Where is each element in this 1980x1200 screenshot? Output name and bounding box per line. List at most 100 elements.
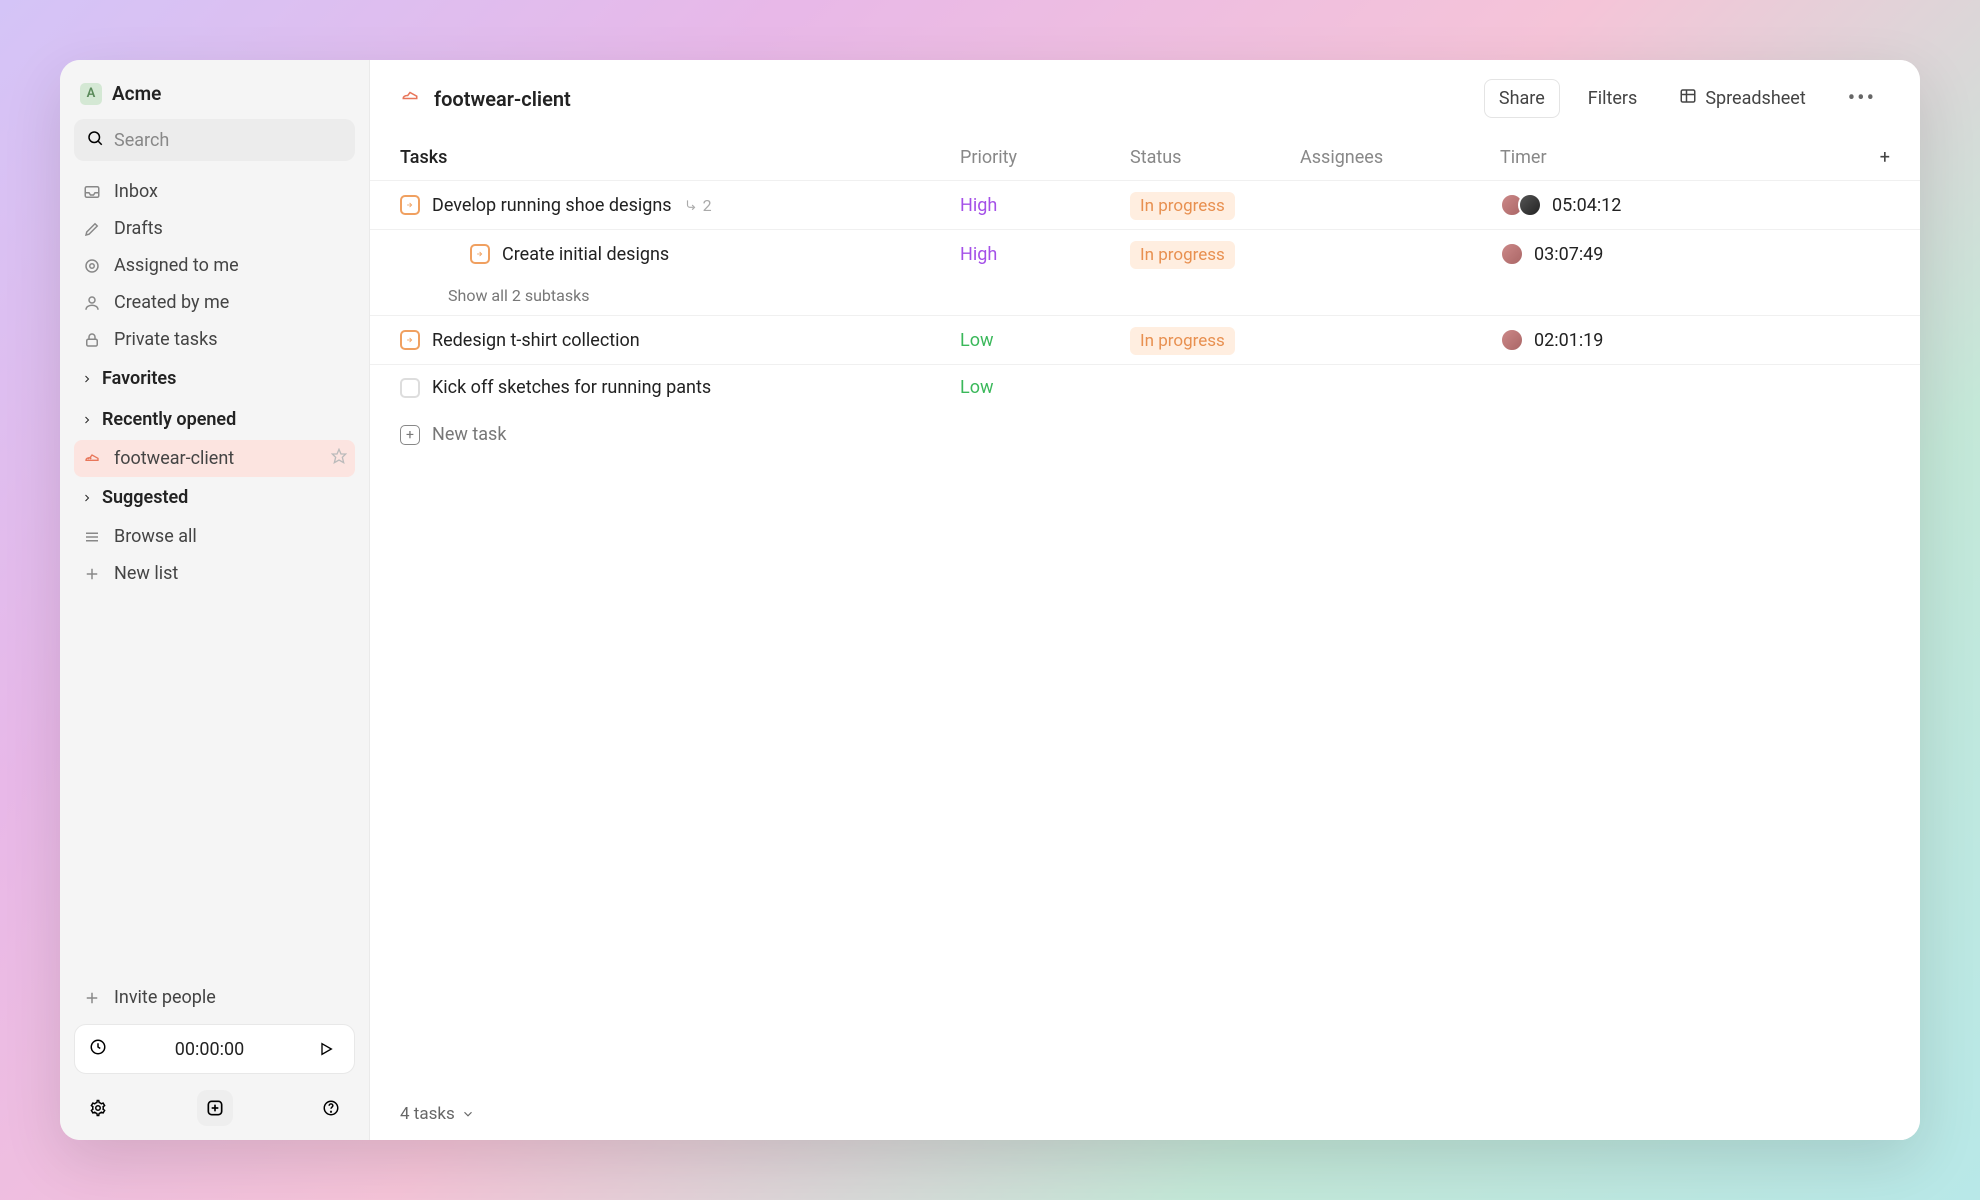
timer-value: 05:04:12 [1552,195,1621,216]
nav-drafts[interactable]: Drafts [74,210,355,247]
workspace-name: Acme [112,82,161,105]
status-checkbox[interactable] [470,244,490,264]
section-label: Suggested [102,487,188,508]
search-input[interactable] [114,130,343,151]
section-suggested[interactable]: Suggested [74,477,355,518]
nav-created[interactable]: Created by me [74,284,355,321]
column-timer[interactable]: Timer [1500,147,1860,168]
priority-value[interactable]: Low [960,330,994,351]
plus-icon [82,988,102,1008]
timer-cell[interactable]: 02:01:19 [1500,328,1890,352]
priority-value[interactable]: Low [960,377,994,398]
inbox-icon [82,182,102,202]
nav-label: Inbox [114,181,158,202]
priority-value[interactable]: High [960,195,997,216]
plus-box-icon: + [400,425,420,445]
timer-widget: 00:00:00 [74,1024,355,1074]
task-title: Redesign t-shirt collection [432,330,640,351]
shoe-icon [82,449,102,469]
chevron-right-icon [80,414,94,426]
sidebar-item-label: footwear-client [114,448,234,469]
nav-label: Invite people [114,987,216,1008]
chevron-right-icon [80,492,94,504]
sidebar-bottom-bar [74,1082,355,1130]
column-assignees[interactable]: Assignees [1300,147,1500,168]
status-badge[interactable]: In progress [1130,192,1235,220]
task-row[interactable]: Kick off sketches for running pants Low [370,364,1920,410]
more-menu[interactable]: ••• [1834,78,1890,119]
view-label: Spreadsheet [1705,88,1805,109]
task-title: Develop running shoe designs [432,195,672,216]
view-switcher[interactable]: Spreadsheet [1665,79,1819,118]
column-tasks[interactable]: Tasks [400,147,960,168]
sidebar-item-footwear-client[interactable]: footwear-client [74,440,355,477]
plus-icon [82,564,102,584]
help-button[interactable] [313,1090,349,1126]
main-header: footwear-client Share Filters Spreadshee… [370,60,1920,127]
columns-header: Tasks Priority Status Assignees Timer + [370,127,1920,180]
workspace-avatar: A [80,83,102,105]
avatar [1500,328,1524,352]
task-row[interactable]: Redesign t-shirt collection Low In progr… [370,315,1920,364]
show-all-subtasks[interactable]: Show all 2 subtasks [370,278,1920,315]
timer-value: 03:07:49 [1534,244,1603,265]
avatar [1518,193,1542,217]
settings-button[interactable] [80,1090,116,1126]
subtask-count[interactable]: 2 [684,196,712,215]
task-title: Create initial designs [502,244,669,265]
task-count: 4 tasks [400,1104,455,1124]
new-task-label: New task [432,424,506,445]
dots-icon: ••• [1848,86,1876,111]
filters-button[interactable]: Filters [1574,80,1652,117]
column-status[interactable]: Status [1130,147,1300,168]
nav-private[interactable]: Private tasks [74,321,355,358]
play-button[interactable] [312,1035,340,1063]
section-label: Recently opened [102,409,236,430]
section-recently-opened[interactable]: Recently opened [74,399,355,440]
status-badge[interactable]: In progress [1130,327,1235,355]
page-title: footwear-client [434,87,571,111]
nav-assigned[interactable]: Assigned to me [74,247,355,284]
nav-label: Created by me [114,292,229,313]
list-icon [82,527,102,547]
pencil-icon [82,219,102,239]
share-button[interactable]: Share [1484,79,1560,118]
spreadsheet-icon [1679,87,1697,110]
chevron-down-icon [461,1107,475,1121]
column-priority[interactable]: Priority [960,147,1130,168]
timer-cell[interactable]: 05:04:12 [1500,193,1890,217]
sidebar: A Acme Inbox Drafts Assigned to me Creat… [60,60,370,1140]
nav-label: Drafts [114,218,163,239]
task-row[interactable]: Develop running shoe designs 2 High In p… [370,180,1920,229]
lock-icon [82,330,102,350]
main-footer[interactable]: 4 tasks [370,1088,1920,1140]
person-icon [82,293,102,313]
status-checkbox[interactable] [400,330,420,350]
app-window: A Acme Inbox Drafts Assigned to me Creat… [60,60,1920,1140]
status-checkbox[interactable] [400,378,420,398]
status-checkbox[interactable] [400,195,420,215]
nav-label: Assigned to me [114,255,239,276]
nav-label: Private tasks [114,329,218,350]
new-button[interactable] [197,1090,233,1126]
status-badge[interactable]: In progress [1130,241,1235,269]
target-icon [82,256,102,276]
nav-label: New list [114,563,178,584]
nav-label: Browse all [114,526,197,547]
task-row[interactable]: Create initial designs High In progress … [370,229,1920,278]
section-favorites[interactable]: Favorites [74,358,355,399]
invite-people[interactable]: Invite people [74,979,355,1016]
search-box[interactable] [74,119,355,161]
main-pane: footwear-client Share Filters Spreadshee… [370,60,1920,1140]
add-column-button[interactable]: + [1860,147,1890,168]
nav-browse-all[interactable]: Browse all [74,518,355,555]
new-task-button[interactable]: + New task [370,410,1920,459]
star-icon[interactable] [331,448,347,469]
avatar [1500,242,1524,266]
priority-value[interactable]: High [960,244,997,265]
nav-new-list[interactable]: New list [74,555,355,592]
chevron-right-icon [80,373,94,385]
nav-inbox[interactable]: Inbox [74,173,355,210]
workspace-switcher[interactable]: A Acme [74,74,355,119]
timer-cell[interactable]: 03:07:49 [1500,242,1890,266]
